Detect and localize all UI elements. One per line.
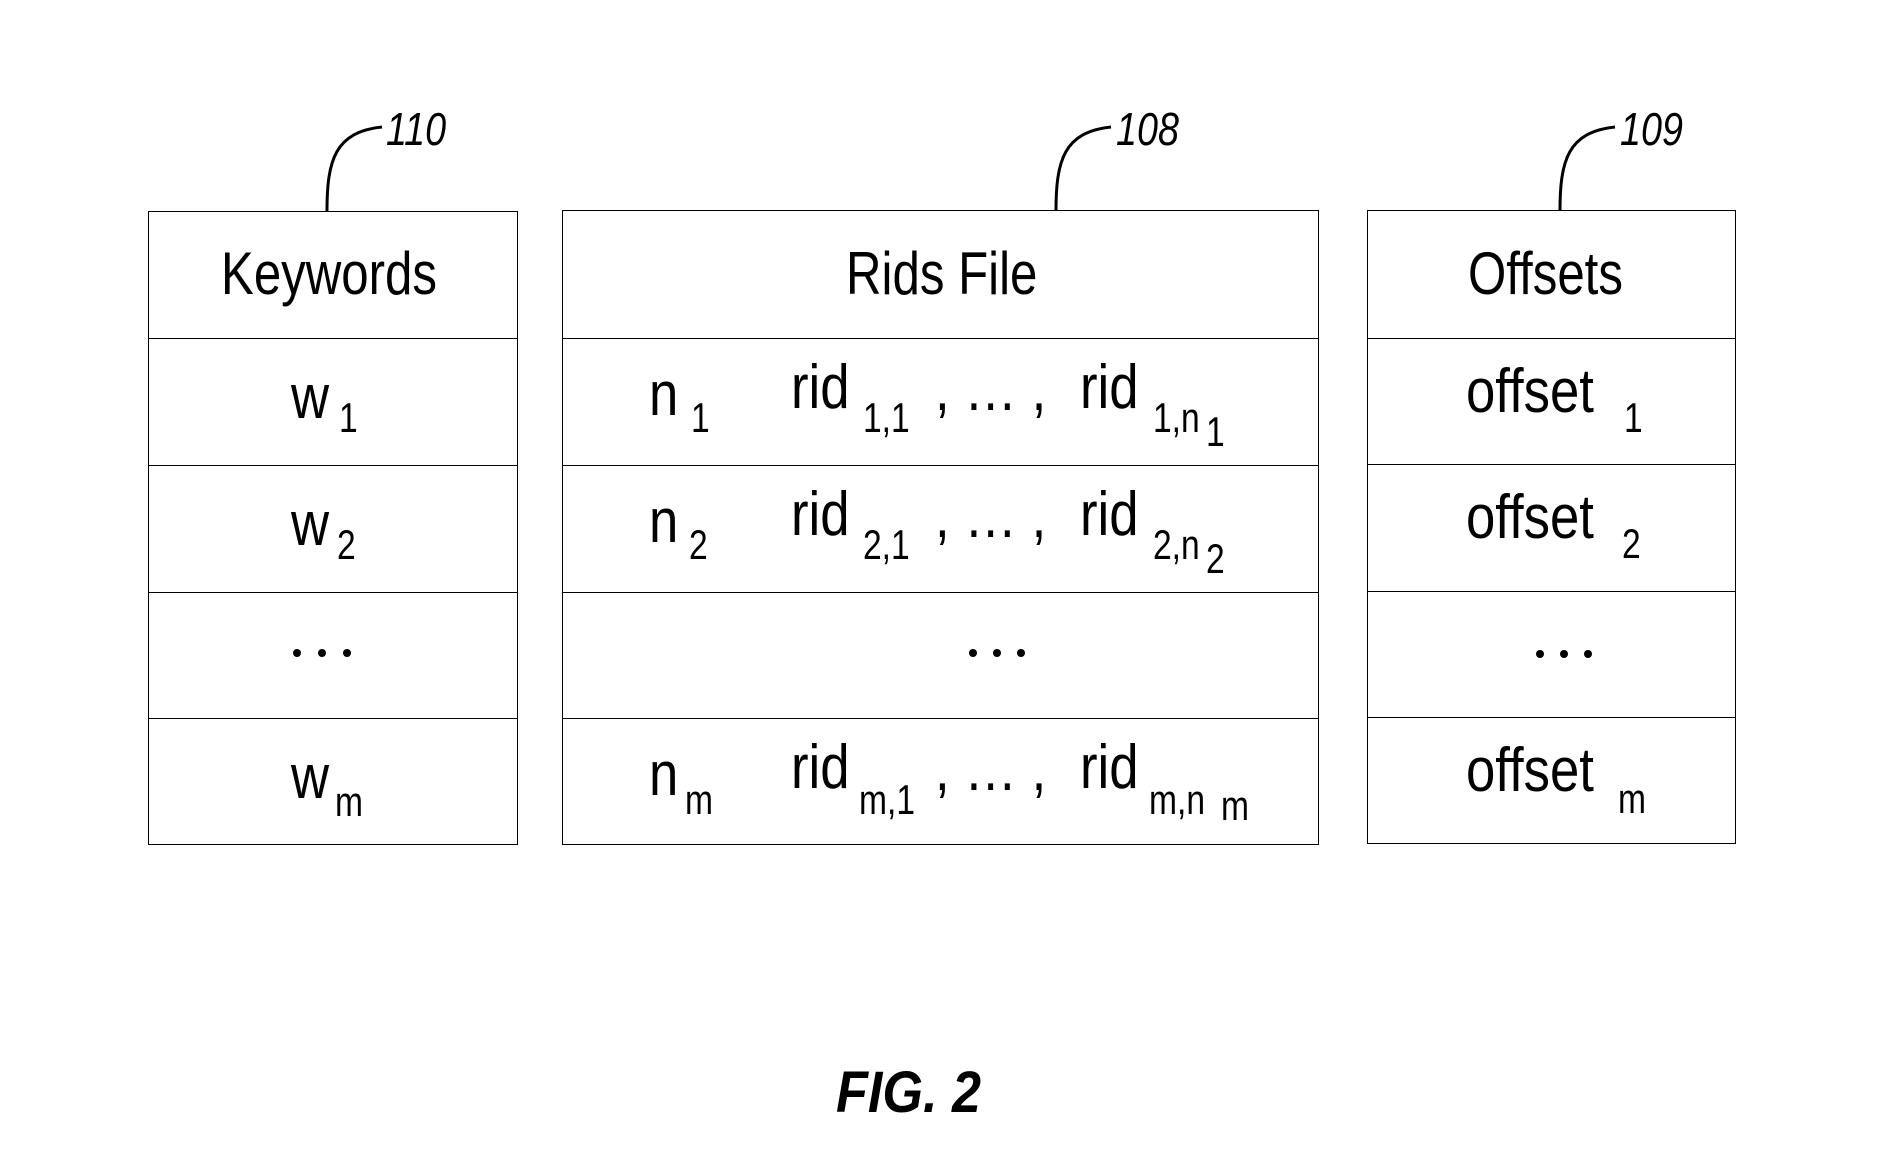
rid-last-subsubscript: 1 xyxy=(1206,408,1225,455)
offset-row: offset m xyxy=(1368,717,1735,844)
keyword-ellipsis-row xyxy=(149,592,517,719)
rids-row: n m rid m,1 , … , rid m,n m xyxy=(563,718,1318,845)
rid-first-subscript: 1,1 xyxy=(863,394,910,441)
rid-count: n xyxy=(649,740,679,809)
rid-last: rid xyxy=(1080,733,1139,802)
leader-line-110 xyxy=(325,125,383,212)
rid-first: rid xyxy=(791,353,850,422)
keyword-row: w 1 xyxy=(149,338,517,465)
rid-last: rid xyxy=(1080,353,1139,422)
rids-row: n 1 rid 1,1 , … , rid 1,n 1 xyxy=(563,338,1318,465)
leader-line-109 xyxy=(1558,125,1616,212)
offset-row: offset 1 xyxy=(1368,338,1735,465)
keywords-header: Keywords xyxy=(221,240,438,307)
offset-base: offset xyxy=(1466,483,1594,552)
reference-numeral-109: 109 xyxy=(1620,103,1683,155)
rids-ellipsis-row xyxy=(563,592,1318,719)
rid-count-subscript: 1 xyxy=(691,394,710,441)
keyword-subscript: 2 xyxy=(337,521,356,568)
keyword-row: w 2 xyxy=(149,465,517,592)
offset-subscript: m xyxy=(1618,775,1646,822)
rid-count-subscript: 2 xyxy=(689,521,708,568)
keyword-base: w xyxy=(291,363,330,432)
rids-file-header: Rids File xyxy=(846,240,1038,307)
rid-last: rid xyxy=(1080,480,1139,549)
leader-line-108 xyxy=(1054,125,1112,212)
rids-file-table: Rids File n 1 rid 1,1 , … , rid 1,n 1 n … xyxy=(562,210,1319,845)
rid-last-subscript: m,n xyxy=(1149,776,1206,823)
offsets-table: Offsets offset 1 offset 2 offset m xyxy=(1367,210,1736,844)
reference-numeral-110: 110 xyxy=(386,103,447,155)
rid-separator: , … , xyxy=(935,355,1047,424)
rid-count: n xyxy=(649,487,679,556)
keyword-subscript: m xyxy=(335,778,363,825)
rid-first: rid xyxy=(791,733,850,802)
rid-last-subsubscript: m xyxy=(1221,782,1249,829)
offsets-header: Offsets xyxy=(1468,240,1623,307)
rid-first-subscript: 2,1 xyxy=(863,521,910,568)
offset-subscript: 1 xyxy=(1624,394,1643,441)
rid-last-subsubscript: 2 xyxy=(1206,535,1225,582)
offset-base: offset xyxy=(1466,357,1594,426)
rids-row: n 2 rid 2,1 , … , rid 2,n 2 xyxy=(563,465,1318,592)
keyword-base: w xyxy=(291,743,330,812)
rid-first: rid xyxy=(791,480,850,549)
offset-ellipsis-row xyxy=(1368,591,1735,718)
rid-last-subscript: 1,n xyxy=(1153,394,1200,441)
keywords-table: Keywords w 1 w 2 w m xyxy=(148,211,518,845)
offset-row: offset 2 xyxy=(1368,464,1735,591)
rid-last-subscript: 2,n xyxy=(1153,521,1200,568)
rid-separator: , … , xyxy=(935,482,1047,551)
keywords-header-cell: Keywords xyxy=(149,212,517,339)
rid-count: n xyxy=(649,360,679,429)
rid-separator: , … , xyxy=(935,735,1047,804)
rid-count-subscript: m xyxy=(685,776,713,823)
offset-subscript: 2 xyxy=(1622,520,1641,567)
figure-caption: FIG. 2 xyxy=(836,1060,982,1125)
keyword-row: w m xyxy=(149,718,517,845)
rid-first-subscript: m,1 xyxy=(859,776,916,823)
offset-base: offset xyxy=(1466,736,1594,805)
rids-file-header-cell: Rids File xyxy=(563,211,1318,338)
reference-numeral-108: 108 xyxy=(1116,103,1179,155)
keyword-base: w xyxy=(291,490,330,559)
offsets-header-cell: Offsets xyxy=(1368,211,1735,338)
keyword-subscript: 1 xyxy=(339,394,358,441)
